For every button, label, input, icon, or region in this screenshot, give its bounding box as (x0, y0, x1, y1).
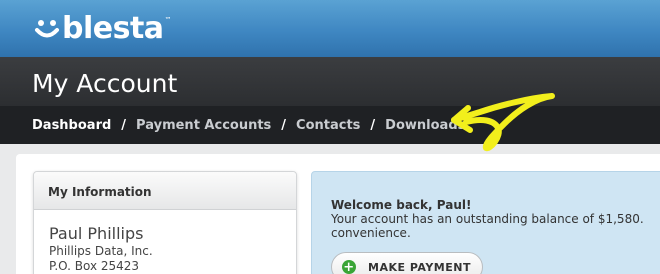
plus-icon: + (342, 259, 356, 274)
welcome-message-box: Welcome back, Paul! Your account has an … (311, 171, 660, 274)
page-title: My Account (32, 69, 178, 98)
balance-message: Your account has an outstanding balance … (331, 212, 644, 226)
address-line: P.O. Box 25423 (49, 259, 140, 273)
panel-heading: My Information (34, 172, 296, 210)
logo-smile-icon (34, 16, 60, 42)
make-payment-label: MAKE PAYMENT (368, 260, 471, 274)
blesta-logo[interactable]: blesta ™ (34, 12, 172, 46)
nav-contacts[interactable]: Contacts (296, 118, 360, 133)
nav-dashboard[interactable]: Dashboard (32, 118, 111, 133)
logo-text: blesta (62, 11, 164, 46)
nav-separator: / (281, 118, 287, 133)
company-name: Phillips Data, Inc. (49, 244, 153, 258)
title-bar: My Account (0, 57, 660, 106)
contact-name: Paul Phillips (49, 224, 144, 243)
welcome-title: Welcome back, Paul! (331, 198, 472, 212)
balance-message-continued: convenience. (331, 226, 411, 240)
nav-payment-accounts[interactable]: Payment Accounts (136, 118, 271, 133)
top-header: blesta ™ (0, 0, 660, 57)
nav-separator: / (121, 118, 127, 133)
annotation-arrow-icon (451, 93, 555, 152)
panel-body: Paul Phillips Phillips Data, Inc. P.O. B… (34, 210, 296, 274)
breadcrumb-nav: Dashboard / Payment Accounts / Contacts … (0, 106, 660, 144)
my-information-panel: My Information Paul Phillips Phillips Da… (33, 171, 297, 274)
nav-separator: / (370, 118, 376, 133)
trademark-mark: ™ (164, 16, 172, 24)
nav-links: Dashboard / Payment Accounts / Contacts … (32, 118, 465, 133)
make-payment-button[interactable]: + MAKE PAYMENT (331, 252, 483, 274)
